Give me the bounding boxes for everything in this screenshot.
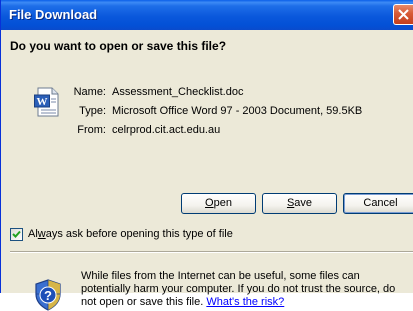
whats-the-risk-link[interactable]: What's the risk? xyxy=(206,296,284,308)
always-ask-label-post: ays ask before opening this type of file xyxy=(45,228,233,240)
close-button[interactable] xyxy=(393,4,413,25)
save-button[interactable]: Save xyxy=(262,193,337,214)
shield-question-icon: ? xyxy=(35,279,61,311)
dialog-body: Do you want to open or save this file? W… xyxy=(1,30,413,311)
always-ask-mnemonic: w xyxy=(37,228,46,240)
svg-text:?: ? xyxy=(44,288,52,303)
file-name-value: Assessment_Checklist.doc xyxy=(112,86,244,98)
cancel-button[interactable]: Cancel xyxy=(343,193,413,214)
file-source-value: celrprod.cit.act.edu.au xyxy=(112,124,221,136)
security-warning: While files from the Internet can be use… xyxy=(81,270,411,309)
title-bar[interactable]: File Download xyxy=(1,0,413,30)
checkmark-icon xyxy=(12,230,21,238)
open-button[interactable]: Open xyxy=(181,193,256,214)
save-label: ave xyxy=(294,197,313,209)
divider-highlight xyxy=(10,252,413,253)
window-title: File Download xyxy=(9,7,98,22)
always-ask-label: Always ask before opening this type of f… xyxy=(28,228,233,240)
close-icon xyxy=(398,9,409,20)
dialog-question: Do you want to open or save this file? xyxy=(10,39,227,53)
open-mnemonic: O xyxy=(205,197,214,209)
open-label: pen xyxy=(213,197,232,209)
file-type-value: Microsoft Office Word 97 - 2003 Document… xyxy=(112,105,363,117)
file-download-dialog: File Download Do you want to open or sav… xyxy=(0,0,413,311)
file-type-label: Type: xyxy=(79,105,106,117)
always-ask-checkbox[interactable] xyxy=(10,228,23,241)
always-ask-label-pre: Al xyxy=(28,228,38,240)
svg-text:W: W xyxy=(37,96,48,108)
file-source-label: From: xyxy=(77,124,106,136)
file-name-label: Name: xyxy=(73,86,106,98)
